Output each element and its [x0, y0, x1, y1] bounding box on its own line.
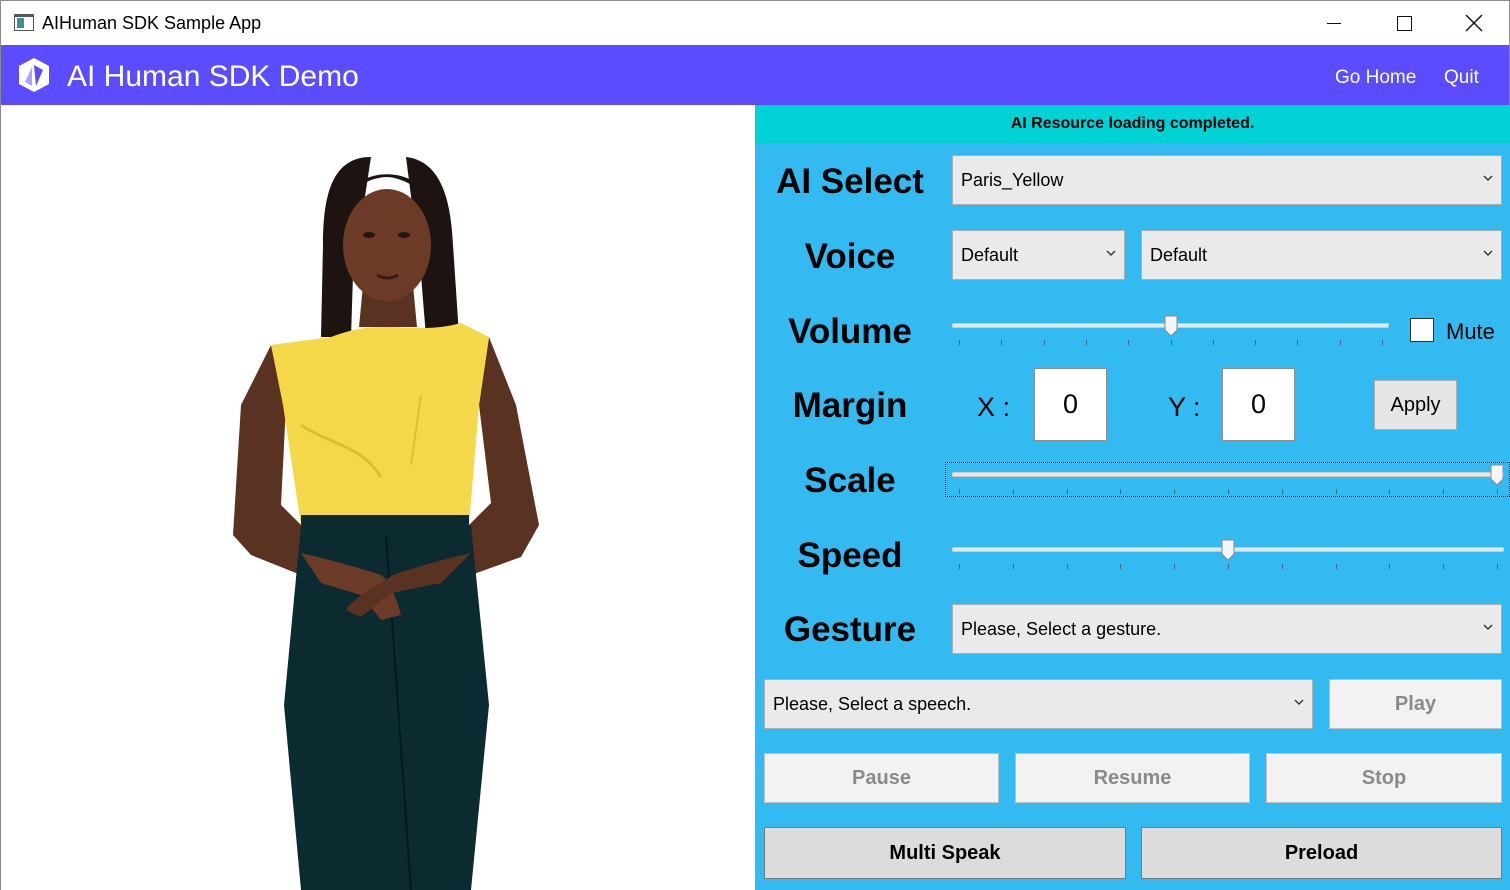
slider-tick	[1282, 489, 1283, 494]
scale-slider[interactable]	[952, 462, 1504, 502]
slider-tick	[1013, 564, 1014, 569]
app-title: AI Human SDK Demo	[67, 60, 359, 93]
maximize-button[interactable]	[1369, 1, 1439, 45]
voice-dropdown[interactable]: Default	[1141, 230, 1502, 280]
ai-select-label: AI Select	[776, 162, 924, 201]
apply-margin-button[interactable]: Apply	[1374, 380, 1457, 430]
voice-language-value: Default	[961, 244, 1019, 265]
speed-slider-thumb[interactable]	[1221, 539, 1235, 561]
chevron-down-icon	[1106, 250, 1116, 256]
gesture-label: Gesture	[783, 610, 917, 649]
scale-slider-track	[952, 472, 1504, 477]
mute-label: Mute	[1446, 319, 1495, 344]
speed-slider-ticks	[952, 564, 1504, 569]
close-icon	[1465, 14, 1483, 32]
slider-tick	[1336, 489, 1337, 494]
slider-tick	[1086, 340, 1087, 345]
slider-tick	[1067, 489, 1068, 494]
stop-button[interactable]: Stop	[1266, 753, 1502, 803]
minimize-icon	[1327, 22, 1341, 24]
ai-human-view	[1, 105, 755, 890]
slider-tick	[1282, 564, 1283, 569]
slider-tick	[1443, 564, 1444, 569]
status-banner: AI Resource loading completed.	[755, 105, 1510, 143]
chevron-down-icon	[1294, 699, 1304, 705]
scale-slider-thumb[interactable]	[1490, 464, 1504, 486]
ai-select-value: Paris_Yellow	[961, 169, 1064, 190]
slider-tick	[1213, 340, 1214, 345]
slider-tick	[959, 564, 960, 569]
slider-tick	[1340, 340, 1341, 345]
slider-tick	[1255, 340, 1256, 345]
ai-human-avatar	[233, 157, 539, 890]
slider-tick	[1013, 489, 1014, 494]
title-bar: AIHuman SDK Sample App	[1, 1, 1509, 45]
margin-x-input[interactable]: 0	[1034, 368, 1107, 441]
slider-tick	[1067, 564, 1068, 569]
slider-tick	[1497, 489, 1498, 494]
speed-label: Speed	[797, 536, 903, 575]
voice-label: Voice	[804, 237, 896, 276]
volume-slider-thumb[interactable]	[1164, 315, 1178, 337]
scale-slider-ticks	[952, 489, 1504, 494]
speed-slider[interactable]	[952, 537, 1504, 577]
app-window-icon	[14, 14, 34, 31]
quit-link[interactable]: Quit	[1444, 67, 1479, 89]
slider-tick	[1297, 340, 1298, 345]
slider-tick	[1174, 564, 1175, 569]
slider-tick	[1171, 340, 1172, 345]
slider-tick	[1336, 564, 1337, 569]
multi-speak-button[interactable]: Multi Speak	[764, 827, 1126, 879]
slider-tick	[1044, 340, 1045, 345]
slider-tick	[1128, 340, 1129, 345]
gesture-value: Please, Select a gesture.	[961, 618, 1162, 639]
margin-y-label: Y :	[1168, 392, 1201, 422]
slider-tick	[1228, 489, 1229, 494]
margin-y-input[interactable]: 0	[1222, 368, 1295, 441]
chevron-down-icon	[1483, 175, 1493, 181]
slider-tick	[1389, 489, 1390, 494]
ai-select-dropdown[interactable]: Paris_Yellow	[952, 155, 1502, 205]
speech-dropdown[interactable]: Please, Select a speech.	[764, 679, 1313, 729]
voice-value: Default	[1150, 244, 1208, 265]
slider-tick	[959, 489, 960, 494]
chevron-down-icon	[1483, 624, 1493, 630]
slider-tick	[1120, 564, 1121, 569]
minimize-button[interactable]	[1299, 1, 1369, 45]
margin-x-label: X :	[977, 392, 1011, 422]
logo-icon	[19, 58, 49, 92]
slider-tick	[1382, 340, 1383, 345]
margin-label: Margin	[792, 386, 908, 425]
gesture-dropdown[interactable]: Please, Select a gesture.	[952, 604, 1502, 654]
control-panel: AI Resource loading completed. AI Select…	[755, 105, 1510, 890]
resume-button[interactable]: Resume	[1015, 753, 1250, 803]
voice-language-dropdown[interactable]: Default	[952, 230, 1125, 280]
slider-tick	[959, 340, 960, 345]
go-home-link[interactable]: Go Home	[1335, 67, 1416, 89]
volume-slider-ticks	[952, 340, 1389, 345]
slider-tick	[1001, 340, 1002, 345]
slider-tick	[1389, 564, 1390, 569]
app-window: AIHuman SDK Sample App AI Human SDK Demo…	[0, 0, 1510, 890]
play-button[interactable]: Play	[1329, 679, 1502, 729]
close-button[interactable]	[1439, 1, 1509, 45]
slider-tick	[1443, 489, 1444, 494]
scale-label: Scale	[804, 461, 896, 500]
preload-button[interactable]: Preload	[1141, 827, 1502, 879]
volume-slider[interactable]	[952, 313, 1389, 353]
window-title: AIHuman SDK Sample App	[42, 13, 262, 33]
slider-tick	[1120, 489, 1121, 494]
app-header: AI Human SDK Demo Go Home Quit	[1, 45, 1509, 105]
slider-tick	[1228, 564, 1229, 569]
slider-tick	[1497, 564, 1498, 569]
chevron-down-icon	[1483, 250, 1493, 256]
speech-value: Please, Select a speech.	[773, 693, 972, 714]
maximize-icon	[1396, 15, 1412, 31]
pause-button[interactable]: Pause	[764, 753, 999, 803]
mute-checkbox[interactable]	[1410, 318, 1434, 342]
slider-tick	[1174, 489, 1175, 494]
volume-label: Volume	[788, 312, 912, 351]
